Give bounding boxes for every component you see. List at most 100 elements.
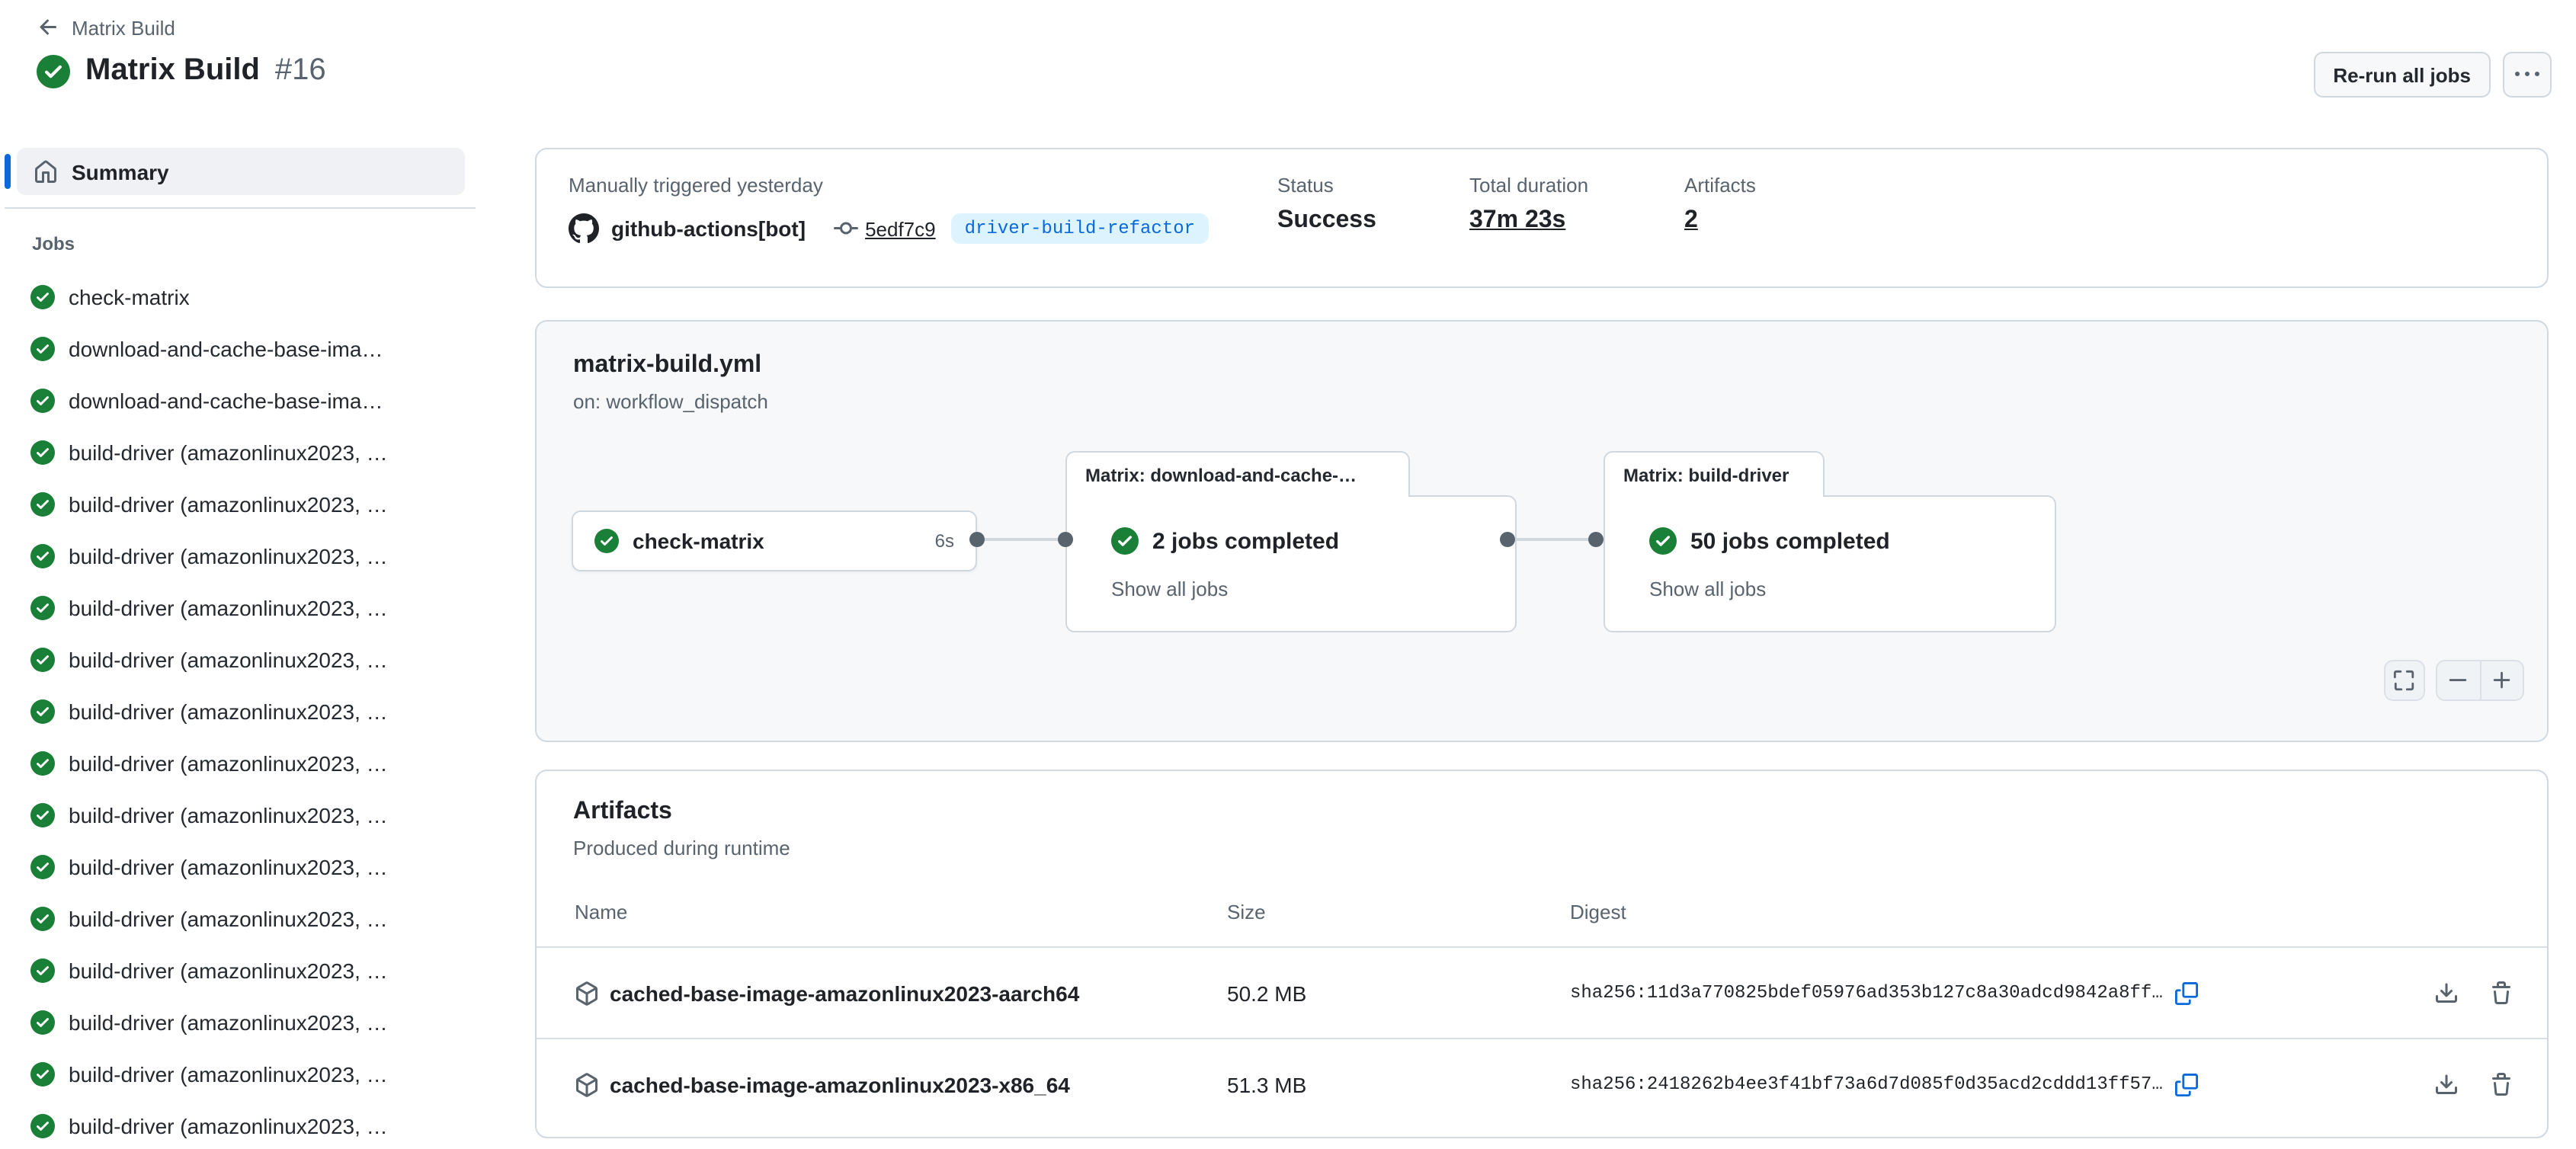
matrix-group-tab-build-driver[interactable]: Matrix: build-driver [1604,451,1825,497]
sidebar-job-item[interactable]: build-driver (amazonlinux2023, … [0,945,476,997]
job-success-icon [30,337,55,361]
job-name: build-driver (amazonlinux2023, … [69,648,388,672]
artifact-row: cached-base-image-amazonlinux2023-x86_64… [537,1038,2547,1129]
download-icon [2434,1072,2459,1096]
artifact-digest: sha256:2418262b4ee3f41bf73a6d7d085f0d35a… [1570,1074,2163,1095]
graph-node-check-matrix[interactable]: check-matrix 6s [572,510,977,571]
job-name: check-matrix [69,285,190,309]
graph-connector-dot [1058,532,1073,547]
commit-icon [833,216,857,241]
kebab-icon [2515,62,2539,87]
job-success-icon [30,803,55,827]
job-success-icon [30,389,55,413]
sidebar-job-item[interactable]: build-driver (amazonlinux2023, … [0,997,476,1048]
job-success-icon [30,596,55,620]
sidebar-job-item[interactable]: build-driver (amazonlinux2023, … [0,478,476,530]
download-artifact-button[interactable] [2434,1072,2459,1096]
home-icon [34,159,58,184]
status-stat: Status Success [1277,174,1376,235]
sidebar-job-item[interactable]: build-driver (amazonlinux2023, … [0,1100,476,1149]
actor-row: github-actions[bot] 5edf7c9 driver-build… [569,213,1209,244]
sidebar-job-item[interactable]: download-and-cache-base-ima… [0,323,476,375]
status-value: Success [1277,207,1376,235]
group-success-icon [1649,527,1677,555]
fullscreen-button[interactable] [2384,660,2425,701]
sidebar-job-item[interactable]: check-matrix [0,271,476,323]
branch-badge[interactable]: driver-build-refactor [951,213,1209,244]
artifact-digest: sha256:11d3a770825bdef05976ad353b127c8a3… [1570,982,2163,1003]
sidebar-job-item[interactable]: build-driver (amazonlinux2023, … [0,841,476,893]
dash-icon [2447,669,2470,692]
run-title-row: Matrix Build #16 [37,53,326,88]
job-name: build-driver (amazonlinux2023, … [69,492,388,517]
artifact-name[interactable]: cached-base-image-amazonlinux2023-x86_64 [610,1072,1070,1096]
delete-artifact-button[interactable] [2489,1072,2514,1096]
run-info-card: Manually triggered yesterday github-acti… [535,148,2549,288]
sidebar-job-item[interactable]: build-driver (amazonlinux2023, … [0,530,476,582]
graph-connector-dot [969,532,985,547]
group-status-row: 2 jobs completed [1111,527,1339,555]
job-success-icon [30,1062,55,1087]
sidebar-item-summary[interactable]: Summary [17,148,465,195]
artifacts-count-value[interactable]: 2 [1684,207,1756,235]
group-tab-label: Matrix: build-driver [1623,464,1789,485]
sidebar-job-item[interactable]: build-driver (amazonlinux2023, … [0,686,476,738]
summary-label: Summary [72,159,169,184]
group-status-row: 50 jobs completed [1649,527,1890,555]
artifact-digest-cell: sha256:11d3a770825bdef05976ad353b127c8a3… [1570,981,2198,1004]
sidebar-job-item[interactable]: download-and-cache-base-ima… [0,375,476,427]
artifacts-stat: Artifacts 2 [1684,174,1756,235]
delete-artifact-button[interactable] [2489,981,2514,1005]
graph-connector-dot [1500,532,1515,547]
sidebar-job-item[interactable]: build-driver (amazonlinux2023, … [0,1048,476,1100]
sidebar-job-item[interactable]: build-driver (amazonlinux2023, … [0,893,476,945]
commit-sha-link[interactable]: 5edf7c9 [865,217,936,240]
zoom-in-button[interactable] [2480,660,2523,701]
job-name: build-driver (amazonlinux2023, … [69,596,388,620]
job-name: download-and-cache-base-ima… [69,389,383,413]
show-all-jobs-link[interactable]: Show all jobs [1111,578,1228,600]
job-success-icon [30,751,55,776]
show-all-jobs-link[interactable]: Show all jobs [1649,578,1766,600]
github-avatar-icon [569,213,599,244]
sidebar-job-item[interactable]: build-driver (amazonlinux2023, … [0,789,476,841]
job-success-icon [30,699,55,724]
breadcrumb-label: Matrix Build [72,16,175,39]
job-name: build-driver (amazonlinux2023, … [69,1114,388,1138]
job-name: build-driver (amazonlinux2023, … [69,440,388,465]
duration-value[interactable]: 37m 23s [1469,207,1588,235]
sidebar-job-item[interactable]: build-driver (amazonlinux2023, … [0,427,476,478]
sidebar-job-item[interactable]: build-driver (amazonlinux2023, … [0,582,476,634]
workflow-trigger-event: on: workflow_dispatch [573,390,768,413]
jobs-section-label: Jobs [32,233,75,254]
artifacts-count-label: Artifacts [1684,174,1756,197]
copy-icon[interactable] [2175,1073,2198,1096]
selected-accent-bar [5,154,11,189]
breadcrumb[interactable]: Matrix Build [37,15,175,40]
more-options-button[interactable] [2503,52,2552,98]
trigger-text: Manually triggered yesterday [569,174,823,197]
group-status-text: 2 jobs completed [1152,528,1339,554]
matrix-group-tab-download[interactable]: Matrix: download-and-cache-… [1065,451,1410,497]
job-name: build-driver (amazonlinux2023, … [69,907,388,931]
workflow-file-name: matrix-build.yml [573,352,761,379]
actor-name[interactable]: github-actions[bot] [611,216,806,241]
job-success-icon [30,440,55,465]
zoom-out-button[interactable] [2437,660,2480,701]
node-duration: 6s [935,530,954,552]
rerun-all-jobs-button[interactable]: Re-run all jobs [2313,52,2491,98]
artifact-name[interactable]: cached-base-image-amazonlinux2023-aarch6… [610,981,1079,1005]
package-icon [575,1072,599,1096]
trash-icon [2489,1072,2514,1096]
sidebar-job-item[interactable]: build-driver (amazonlinux2023, … [0,738,476,789]
duration-label: Total duration [1469,174,1588,197]
copy-icon[interactable] [2175,981,2198,1004]
job-success-icon [30,959,55,983]
sidebar-job-item[interactable]: build-driver (amazonlinux2023, … [0,634,476,686]
job-name: build-driver (amazonlinux2023, … [69,855,388,879]
download-artifact-button[interactable] [2434,981,2459,1005]
job-success-icon [30,907,55,931]
job-name: build-driver (amazonlinux2023, … [69,803,388,827]
artifact-name-cell: cached-base-image-amazonlinux2023-x86_64 [575,1072,1070,1096]
job-success-icon [30,648,55,672]
